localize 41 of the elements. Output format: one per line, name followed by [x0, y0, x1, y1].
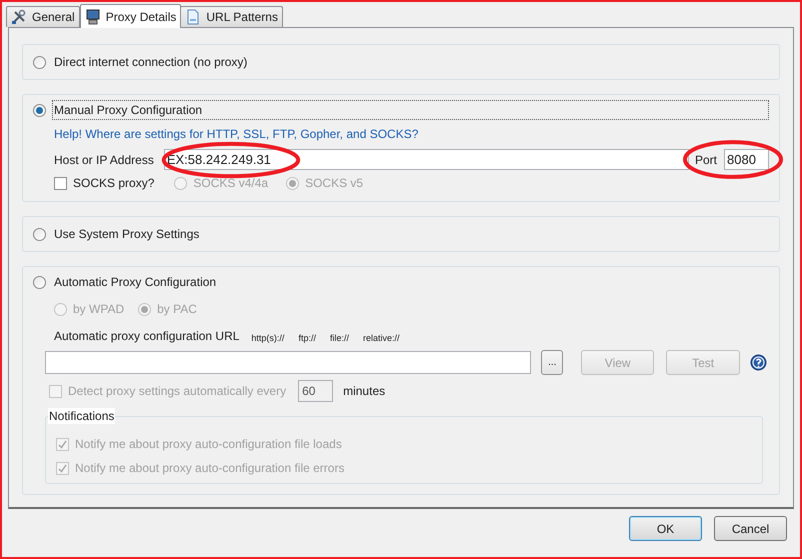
tab[interactable]: Proxy Details — [80, 4, 182, 28]
method-label: by PAC — [157, 301, 197, 318]
method-label: by WPAD — [73, 301, 124, 318]
mode-label[interactable]: Manual Proxy Configuration — [52, 100, 769, 120]
dialog-button[interactable]: Cancel — [714, 516, 787, 541]
notification-label: Notify me about proxy auto-configuration file loads — [75, 436, 342, 453]
scheme-hint: relative:// — [362, 332, 400, 344]
radio-button[interactable] — [33, 276, 46, 288]
radio-button[interactable] — [33, 56, 46, 68]
interval-field[interactable]: 60 — [298, 380, 334, 402]
socks-version-label: SOCKS v5 — [305, 175, 364, 192]
checkbox[interactable] — [54, 176, 67, 190]
browse-button[interactable]: ... — [541, 350, 564, 375]
tab[interactable]: General — [6, 6, 80, 27]
url-field[interactable] — [45, 351, 532, 374]
tools-icon — [11, 9, 27, 25]
url-label: Automatic proxy configuration URL — [54, 328, 240, 345]
mode-label[interactable]: Automatic Proxy Configuration — [52, 272, 769, 292]
radio-button[interactable] — [33, 104, 46, 116]
scheme-hint: ftp:// — [298, 332, 316, 345]
port-field[interactable]: 8080 — [724, 149, 769, 170]
host-label: Host or IP Address — [54, 152, 154, 168]
host-field[interactable]: EX:58.242.249.31 — [164, 149, 689, 170]
scheme-hint: file:// — [330, 332, 349, 344]
notifications-title: Notifications — [48, 408, 116, 424]
socks-version-label: SOCKS v4/4a — [193, 175, 268, 192]
notification-label: Notify me about proxy auto-configuration file errors — [75, 460, 344, 477]
document-icon — [185, 9, 202, 25]
socks-label: SOCKS proxy? — [73, 175, 154, 192]
port-label: Port — [694, 152, 717, 168]
dialog-button[interactable]: OK — [629, 516, 702, 541]
help-link[interactable]: Help! Where are settings for HTTP, SSL, FTP, Gopher, and SOCKS? — [54, 125, 769, 143]
detect-label: Detect proxy settings automatically every — [68, 383, 286, 400]
help-icon[interactable] — [750, 354, 767, 371]
scheme-hint: http(s):// — [251, 332, 284, 345]
mode-label[interactable]: Direct internet connection (no proxy) — [52, 52, 769, 72]
computer-icon — [84, 8, 101, 24]
radio-button[interactable] — [33, 228, 46, 240]
mode-label[interactable]: Use System Proxy Settings — [52, 224, 769, 244]
interval-unit: minutes — [343, 383, 386, 400]
tab[interactable]: URL Patterns — [180, 6, 283, 27]
